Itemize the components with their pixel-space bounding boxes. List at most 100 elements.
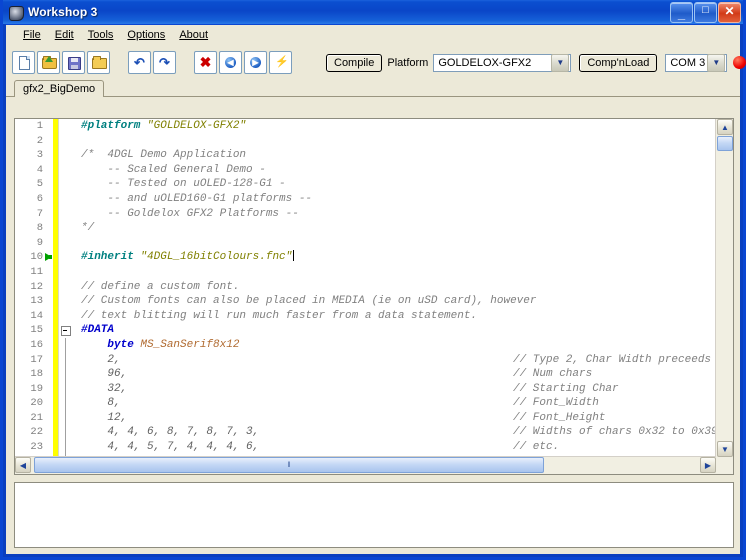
code-line[interactable]: 19 32, // Starting Char	[15, 381, 716, 397]
gutter-marker[interactable]	[46, 367, 53, 382]
fold-column[interactable]	[59, 236, 73, 251]
code-line[interactable]: 12 // define a custom font.	[15, 279, 716, 295]
code-line[interactable]: 15 #DATA	[15, 323, 716, 338]
code-line[interactable]: 4 -- Scaled General Demo -	[15, 162, 716, 178]
platform-select[interactable]: GOLDELOX-GFX2 ▼	[433, 53, 572, 72]
gutter-marker[interactable]	[46, 280, 53, 295]
gutter-marker[interactable]	[46, 309, 53, 324]
fold-column[interactable]	[59, 381, 73, 397]
code-line[interactable]: 7 -- Goldelox GFX2 Platforms --	[15, 206, 716, 222]
output-panel[interactable]	[14, 482, 734, 548]
code-line[interactable]: 3 /* 4DGL Demo Application	[15, 148, 716, 163]
gutter-marker[interactable]	[46, 265, 53, 280]
gutter-marker[interactable]	[46, 119, 53, 134]
menu-item-file[interactable]: File	[16, 27, 48, 43]
save-file-button[interactable]	[62, 51, 85, 74]
gutter-marker[interactable]	[46, 207, 53, 222]
scroll-left-button[interactable]: ◀	[15, 457, 31, 473]
maximize-button[interactable]: □	[694, 1, 717, 23]
gutter-marker[interactable]	[46, 163, 53, 178]
code-line[interactable]: 14 // text blitting will run much faster …	[15, 308, 716, 324]
gutter-marker[interactable]	[46, 134, 53, 149]
code-line[interactable]: 20 8, // Font_Width	[15, 396, 716, 411]
code-line[interactable]: 6 -- and uOLED160-G1 platforms --	[15, 191, 716, 207]
scroll-down-button[interactable]: ▼	[717, 441, 733, 457]
open-folder-button[interactable]	[87, 51, 110, 74]
gutter-marker[interactable]	[46, 425, 53, 440]
vertical-scroll-thumb[interactable]	[717, 136, 733, 151]
close-button[interactable]: ✕	[718, 1, 741, 23]
gutter-marker[interactable]	[46, 221, 53, 236]
code-line[interactable]: 5 -- Tested on uOLED-128-G1 -	[15, 177, 716, 192]
code-line[interactable]: 22 4, 4, 6, 8, 7, 8, 7, 3, // Widths of c…	[15, 425, 716, 441]
code-line[interactable]: 16 byte MS_SanSerif8x12	[15, 337, 716, 353]
gutter-marker[interactable]	[45, 250, 53, 265]
fold-column[interactable]	[59, 148, 73, 163]
code-line[interactable]: 11	[15, 264, 716, 280]
fold-column[interactable]	[59, 309, 73, 324]
undo-button[interactable]: ↶	[128, 51, 151, 74]
fold-column[interactable]	[59, 396, 73, 411]
code-line[interactable]: 2	[15, 133, 716, 149]
gutter-marker[interactable]	[46, 411, 53, 426]
minimize-button[interactable]: _	[670, 1, 693, 23]
code-line[interactable]: 9	[15, 235, 716, 251]
forward-button[interactable]: ▶	[244, 51, 267, 74]
menu-item-options[interactable]: Options	[120, 27, 172, 43]
fold-column[interactable]	[59, 163, 73, 178]
tab-gfx2-bigdemo[interactable]: gfx2_BigDemo	[14, 80, 105, 97]
code-line[interactable]: 8 */	[15, 221, 716, 236]
menu-item-tools[interactable]: Tools	[81, 27, 121, 43]
fold-column[interactable]	[59, 221, 73, 236]
gutter-marker[interactable]	[46, 440, 53, 455]
menu-item-about[interactable]: About	[172, 27, 215, 43]
gutter-marker[interactable]	[46, 353, 53, 368]
fold-column[interactable]	[59, 440, 73, 455]
fold-column[interactable]	[59, 250, 73, 265]
fold-column[interactable]	[59, 119, 73, 134]
menu-item-edit[interactable]: Edit	[48, 27, 81, 43]
horizontal-scroll-thumb[interactable]: ‖	[34, 457, 544, 473]
code-line[interactable]: 21 12, // Font_Height	[15, 410, 716, 426]
fold-column[interactable]	[59, 425, 73, 441]
gutter-marker[interactable]	[46, 382, 53, 397]
flash-button[interactable]: ⚡	[269, 51, 292, 74]
gutter-marker[interactable]	[46, 294, 53, 309]
compnload-button[interactable]: Comp'nLoad	[579, 53, 658, 72]
fold-column[interactable]	[59, 134, 73, 149]
fold-column[interactable]	[59, 294, 73, 309]
code-line[interactable]: 17 2, // Type 2, Char Width preceeds ch	[15, 352, 716, 368]
fold-collapse-icon[interactable]	[61, 326, 71, 337]
chevron-down-icon[interactable]: ▼	[551, 53, 570, 72]
fold-column[interactable]	[59, 280, 73, 295]
fold-column[interactable]	[59, 367, 73, 382]
fold-column[interactable]	[59, 265, 73, 280]
gutter-marker[interactable]	[46, 192, 53, 207]
gutter-marker[interactable]	[46, 338, 53, 353]
code-editor[interactable]: 1 #platform "GOLDELOX-GFX2" 2 3/* 4DGL Demo…	[15, 119, 716, 457]
scroll-up-button[interactable]: ▲	[717, 119, 733, 135]
compile-button[interactable]: Compile	[326, 53, 383, 72]
back-button[interactable]: ◀	[219, 51, 242, 74]
code-line[interactable]: 13 // Custom fonts can also be placed in …	[15, 294, 716, 309]
fold-column[interactable]	[59, 337, 73, 353]
editor-horizontal-scrollbar[interactable]: ◀ ‖ ▶	[15, 456, 716, 474]
gutter-marker[interactable]	[46, 148, 53, 163]
code-line[interactable]: 23 4, 4, 5, 7, 4, 4, 4, 6, // etc.	[15, 440, 716, 455]
fold-column[interactable]	[59, 192, 73, 207]
chevron-down-icon[interactable]: ▼	[707, 53, 726, 72]
fold-column[interactable]	[59, 352, 73, 368]
gutter-marker[interactable]	[46, 396, 53, 411]
code-line[interactable]: 1 #platform "GOLDELOX-GFX2"	[15, 119, 716, 134]
gutter-marker[interactable]	[46, 236, 53, 251]
new-file-button[interactable]	[12, 51, 35, 74]
fold-column[interactable]	[59, 323, 73, 338]
scroll-right-button[interactable]: ▶	[700, 457, 716, 473]
code-line[interactable]: 10 #inherit "4DGL_16bitColours.fnc"	[15, 250, 716, 265]
open-file-button[interactable]	[37, 51, 60, 74]
com-port-select[interactable]: COM 3 ▼	[665, 53, 728, 72]
delete-button[interactable]: ✖	[194, 51, 217, 74]
code-line[interactable]: 18 96, // Num chars	[15, 367, 716, 382]
gutter-marker[interactable]	[46, 323, 53, 338]
fold-column[interactable]	[59, 177, 73, 192]
